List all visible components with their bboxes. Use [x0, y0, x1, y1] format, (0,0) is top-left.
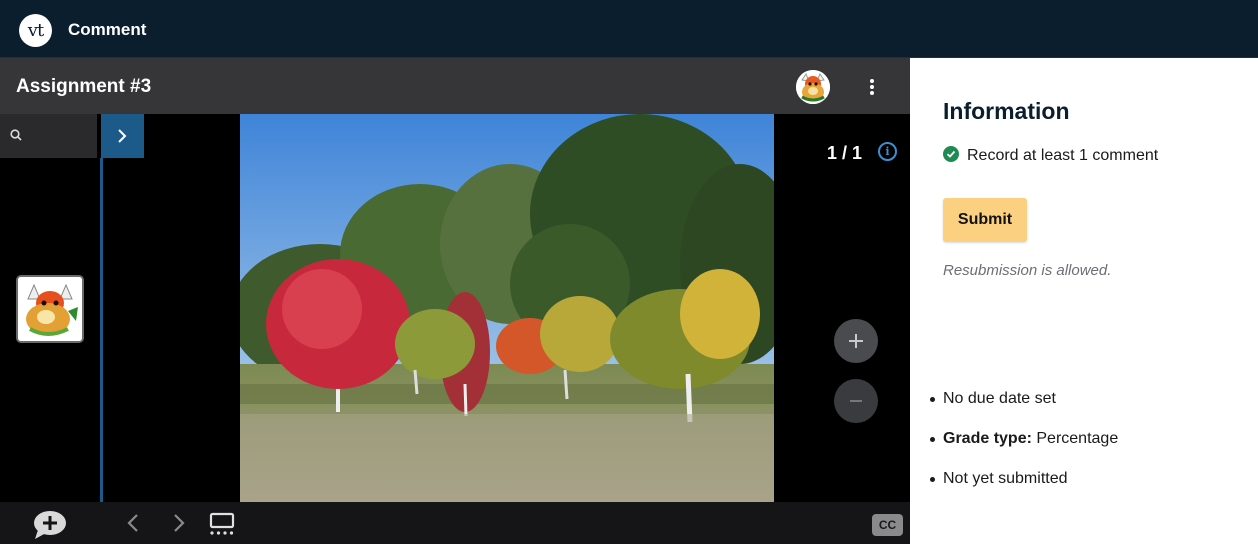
due-date-item: No due date set: [930, 390, 1118, 430]
minus-icon: [850, 400, 862, 402]
search-button[interactable]: [0, 114, 97, 158]
viewer-header: Assignment #3: [0, 58, 910, 114]
closed-caption-icon[interactable]: CC: [872, 514, 903, 536]
app-header: vt Comment: [0, 0, 1258, 58]
chevron-left-icon[interactable]: [126, 512, 140, 534]
panel-title: Information: [943, 98, 1070, 124]
page-counter: 1 / 1: [827, 143, 863, 163]
grade-type-item: Grade type: Percentage: [930, 430, 1118, 470]
commenter-avatar-thumbnail[interactable]: [16, 275, 84, 343]
zoom-in-button[interactable]: [834, 319, 878, 363]
expand-sidebar-button[interactable]: [101, 114, 144, 158]
requirement-text: Record at least 1 comment: [967, 147, 1159, 164]
search-icon: [10, 129, 22, 141]
grid-view-icon[interactable]: [208, 512, 236, 536]
more-options-icon[interactable]: [862, 74, 882, 100]
slide-image: [240, 114, 774, 502]
timeline-divider: [100, 158, 103, 544]
zoom-out-button[interactable]: [834, 379, 878, 423]
app-title: Comment: [68, 20, 147, 39]
resubmission-note: Resubmission is allowed.: [943, 262, 1112, 279]
add-comment-icon[interactable]: [32, 510, 68, 540]
info-icon[interactable]: i: [878, 142, 897, 161]
media-viewer: Assignment #3 1 / 1 i CC: [0, 58, 910, 544]
chevron-right-icon: [118, 129, 127, 143]
chevron-right-icon[interactable]: [172, 512, 186, 534]
submit-button[interactable]: Submit: [943, 198, 1027, 242]
information-panel: Information Record at least 1 comment Su…: [910, 58, 1258, 544]
plus-icon: [849, 334, 863, 348]
check-circle-icon: [943, 146, 959, 162]
assignment-details-list: No due date set Grade type: Percentage N…: [930, 390, 1118, 510]
user-avatar[interactable]: [796, 70, 830, 104]
voicethread-logo[interactable]: vt: [19, 14, 52, 47]
submission-status-item: Not yet submitted: [930, 470, 1118, 510]
viewer-toolbar: CC: [0, 502, 910, 544]
requirement-item: Record at least 1 comment: [943, 146, 1158, 165]
assignment-title: Assignment #3: [16, 76, 152, 97]
